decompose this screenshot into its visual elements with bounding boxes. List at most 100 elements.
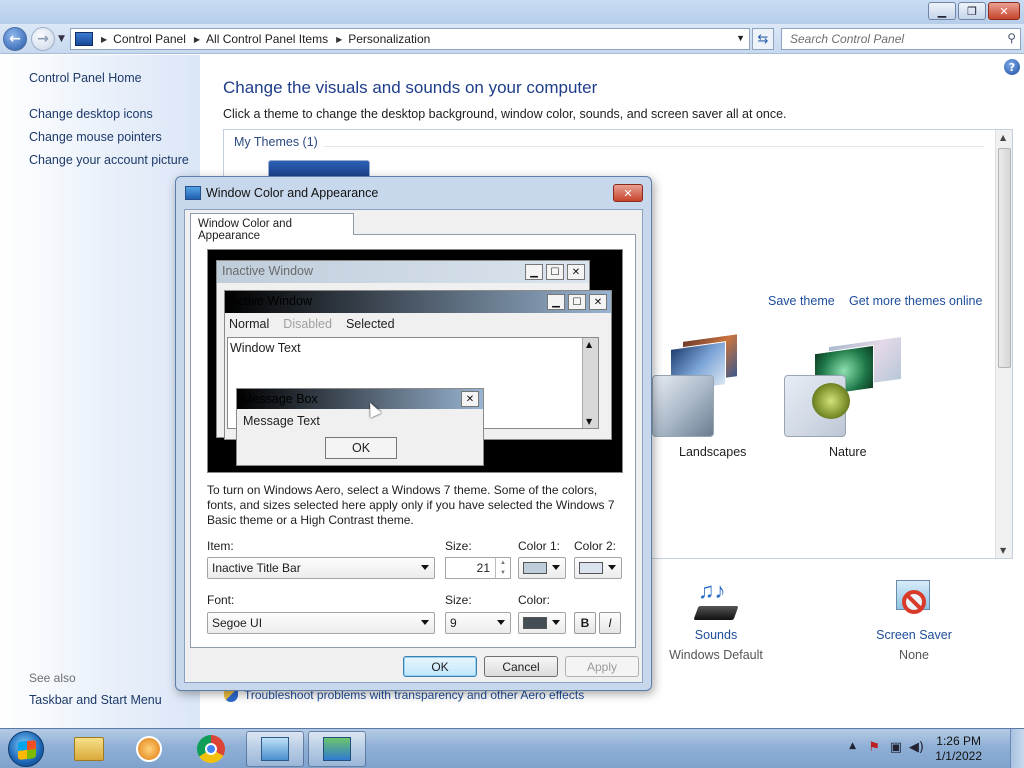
font-select[interactable]: Segoe UI	[207, 612, 435, 634]
color1-picker[interactable]	[518, 557, 566, 579]
screen-saver-item[interactable]: Screen Saver None	[864, 578, 964, 662]
control-panel-icon	[261, 737, 289, 761]
font-color-swatch	[523, 617, 547, 629]
taskbar-chrome[interactable]	[182, 731, 240, 767]
window-titlebar: ▁ ❐ ✕	[0, 0, 1024, 24]
change-mouse-pointers-link[interactable]: Change mouse pointers	[29, 130, 162, 144]
change-desktop-icons-link[interactable]: Change desktop icons	[29, 107, 153, 121]
section-divider	[324, 146, 984, 147]
breadcrumb-personalization[interactable]: Personalization	[348, 32, 430, 46]
taskbar-explorer[interactable]	[60, 731, 118, 767]
start-button[interactable]	[8, 731, 44, 767]
control-panel-home-link[interactable]: Control Panel Home	[29, 71, 142, 85]
left-pane: Control Panel Home Change desktop icons …	[0, 55, 200, 728]
scrollbar-thumb[interactable]	[998, 148, 1011, 368]
tab-window-color[interactable]: Window Color and Appearance	[190, 213, 354, 242]
get-more-themes-link[interactable]: Get more themes online	[849, 294, 982, 308]
menu-disabled: Disabled	[283, 317, 332, 331]
address-bar[interactable]: ▶ Control Panel ▶ All Control Panel Item…	[70, 28, 750, 50]
appearance-preview[interactable]: Inactive Window ▁ ☐ ✕ Active Window ▁ ☐ …	[207, 249, 623, 473]
taskbar-start-menu-link[interactable]: Taskbar and Start Menu	[29, 693, 162, 707]
media-player-icon	[136, 736, 162, 762]
taskbar-window-color[interactable]	[308, 731, 366, 767]
dialog-close-button[interactable]: ✕	[613, 184, 643, 202]
color1-label: Color 1:	[518, 539, 561, 553]
taskbar-media-player[interactable]	[120, 731, 178, 767]
color2-label: Color 2:	[574, 539, 617, 553]
close-icon: ✕	[567, 264, 585, 280]
screen-saver-title[interactable]: Screen Saver	[864, 628, 964, 642]
item-select[interactable]: Inactive Title Bar	[207, 557, 435, 579]
refresh-button[interactable]: ⇆	[752, 28, 774, 50]
close-icon: ✕	[589, 294, 607, 310]
taskbar-control-panel[interactable]	[246, 731, 304, 767]
cancel-button[interactable]: Cancel	[484, 656, 558, 677]
change-account-picture-link[interactable]: Change your account picture	[29, 153, 189, 167]
close-button[interactable]: ✕	[988, 2, 1020, 20]
font-label: Font:	[207, 593, 235, 607]
theme-name: Landscapes	[679, 445, 747, 459]
italic-button[interactable]: I	[599, 612, 621, 634]
caption-buttons: ▁ ❐ ✕	[928, 2, 1020, 20]
font-size-select[interactable]: 9	[445, 612, 511, 634]
spinner-arrows-icon[interactable]: ▲ ▼	[495, 558, 510, 578]
font-color-picker[interactable]	[518, 612, 566, 634]
breadcrumb-separator[interactable]: ▶	[336, 35, 342, 44]
color2-picker[interactable]	[574, 557, 622, 579]
windows-logo-icon	[18, 740, 36, 760]
recent-pages-dropdown[interactable]: ▼	[58, 34, 65, 44]
minimize-icon: ▁	[547, 294, 565, 310]
see-also-label: See also	[29, 671, 76, 685]
action-center-icon[interactable]: ⚑	[868, 740, 880, 755]
maximize-icon: ☐	[546, 264, 564, 280]
minimize-icon: ▁	[525, 264, 543, 280]
screensaver-icon	[890, 578, 938, 628]
search-icon[interactable]: ⚲	[1007, 31, 1016, 45]
taskbar: ▲ ⚑ ▣ ◀) 1:26 PM 1/1/2022	[0, 728, 1024, 768]
breadcrumb-separator[interactable]: ▶	[194, 35, 200, 44]
scroll-down-icon: ▼	[586, 417, 593, 426]
show-desktop-button[interactable]	[1010, 729, 1024, 768]
themes-scrollbar[interactable]: ▲ ▼	[995, 130, 1012, 558]
search-input[interactable]: Search Control Panel ⚲	[781, 28, 1021, 50]
maximize-button[interactable]: ❐	[958, 2, 986, 20]
window-color-dialog: Window Color and Appearance ✕ Window Col…	[175, 176, 652, 691]
help-icon[interactable]: ?	[1004, 59, 1020, 75]
font-size-value: 9	[450, 616, 457, 630]
scroll-down-icon[interactable]: ▼	[1000, 546, 1006, 555]
item-size-stepper[interactable]: 21 ▲ ▼	[445, 557, 511, 579]
sounds-icon: ♫♪	[692, 578, 740, 628]
scroll-up-icon[interactable]: ▲	[1000, 133, 1006, 142]
navigation-bar: ← → ▼ ▶ Control Panel ▶ All Control Pane…	[0, 24, 1024, 54]
item-size-label: Size:	[445, 539, 472, 553]
item-select-value: Inactive Title Bar	[212, 561, 301, 575]
show-hidden-icons-icon[interactable]: ▲	[849, 741, 856, 751]
sounds-title[interactable]: Sounds	[666, 628, 766, 642]
preview-active-buttons: ▁ ☐ ✕	[547, 294, 607, 310]
breadcrumb-separator[interactable]: ▶	[101, 35, 107, 44]
apply-button[interactable]: Apply	[565, 656, 639, 677]
ok-button[interactable]: OK	[403, 656, 477, 677]
chevron-down-icon	[552, 565, 560, 570]
volume-icon[interactable]: ◀)	[909, 740, 924, 755]
forward-button[interactable]: →	[31, 27, 55, 51]
search-placeholder: Search Control Panel	[790, 32, 905, 46]
back-button[interactable]: ←	[3, 27, 27, 51]
clock[interactable]: 1:26 PM 1/1/2022	[935, 734, 982, 764]
bold-button[interactable]: B	[574, 612, 596, 634]
save-theme-link[interactable]: Save theme	[768, 294, 835, 308]
breadcrumb-control-panel[interactable]: Control Panel	[113, 32, 186, 46]
sounds-item[interactable]: ♫♪ Sounds Windows Default	[666, 578, 766, 662]
folder-icon	[74, 737, 104, 761]
menu-normal: Normal	[229, 317, 270, 331]
menu-selected: Selected	[345, 317, 395, 331]
address-dropdown-icon[interactable]: ▼	[736, 33, 745, 43]
scroll-up-icon: ▲	[586, 340, 593, 349]
breadcrumb-all-items[interactable]: All Control Panel Items	[206, 32, 328, 46]
item-size-value: 21	[476, 561, 490, 575]
chevron-down-icon	[552, 620, 560, 625]
personalization-icon	[323, 737, 351, 761]
minimize-button[interactable]: ▁	[928, 2, 956, 20]
control-panel-icon	[75, 32, 93, 46]
network-icon[interactable]: ▣	[890, 740, 902, 755]
